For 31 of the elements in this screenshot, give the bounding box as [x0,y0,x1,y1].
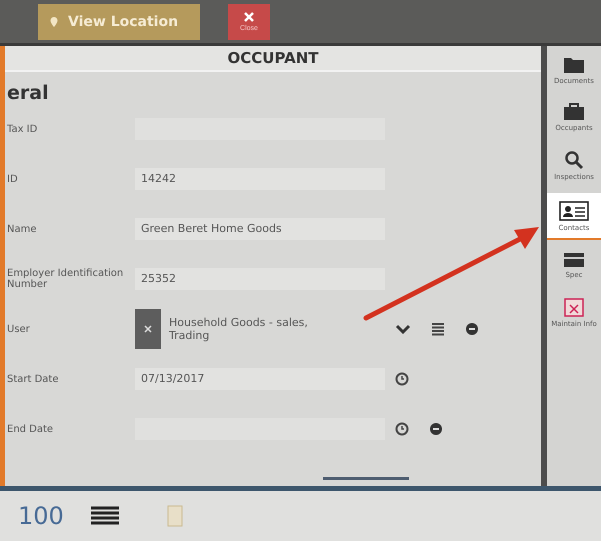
field-label: End Date [6,424,54,434]
tag-chip[interactable]: Household Goods - sales, Trading [135,309,385,349]
field-label: User [6,324,31,334]
panel-title: OCCUPANT [5,46,541,72]
field-label: ID [6,174,19,184]
list-icon[interactable] [431,322,445,336]
section-heading: eral [6,81,50,104]
list-icon[interactable] [90,506,120,526]
field-label: Employer Identification Number [6,268,124,290]
scroll-bar[interactable] [323,477,409,480]
contact-card-icon [559,199,589,221]
count-label: 100 [18,502,64,530]
input-field[interactable]: 25352 [135,268,385,290]
input-field[interactable]: 14242 [135,168,385,190]
input-field[interactable]: 07/13/2017 [135,368,385,390]
field-label: Tax ID [6,124,38,134]
clock-icon[interactable] [395,422,409,436]
card-icon [563,252,585,268]
search-icon [564,150,584,170]
input-field[interactable]: Green Beret Home Goods [135,218,385,240]
folder-icon [563,56,585,74]
remove-tag-icon[interactable] [135,309,161,349]
chevron-down-icon[interactable] [395,323,411,335]
remove-icon[interactable] [429,422,443,436]
field-label: Start Date [6,374,60,384]
clock-icon[interactable] [395,372,409,386]
remove-icon[interactable] [465,322,479,336]
close-icon [244,12,254,22]
pin-icon [48,16,60,28]
briefcase-icon [563,103,585,121]
field-label: Name [6,224,38,234]
